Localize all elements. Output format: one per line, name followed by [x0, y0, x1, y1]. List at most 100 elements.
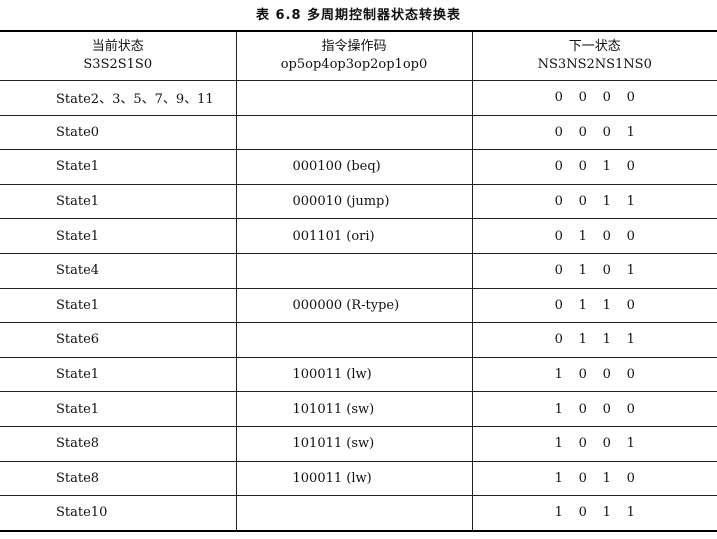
- next-state-bit: 0: [554, 228, 563, 244]
- current-state-cell: State4: [0, 252, 237, 289]
- next-state-bit: 1: [626, 332, 635, 348]
- next-state-bit: 0: [602, 367, 611, 383]
- next-state-bit: 0: [626, 367, 635, 383]
- opcode-cell: 001101 (ori): [235, 218, 473, 254]
- next-state-bit: 0: [578, 505, 587, 521]
- next-state-bit: 1: [626, 505, 635, 521]
- opcode-cell: 101011 (sw): [235, 425, 473, 462]
- opcode-cell: 000100 (beq): [235, 149, 473, 185]
- next-state-bit: 1: [554, 505, 563, 521]
- next-state-cell: 0111: [471, 322, 717, 358]
- table-row: State1 100011 (lw) 1 0 0 0: [0, 356, 717, 393]
- header-next-state: 下一状态 NS3NS2NS1NS0: [471, 30, 717, 81]
- table-row: State1 000100 (beq) 0 0 1 0: [0, 149, 717, 185]
- next-state-bit: 0: [578, 401, 587, 417]
- next-state-bit: 0: [626, 90, 635, 106]
- next-state-bit: 0: [602, 90, 611, 106]
- current-state-cell: State8: [0, 425, 237, 462]
- current-state-cell: State8: [0, 460, 237, 497]
- next-state-cell: 0100: [471, 218, 717, 254]
- table-caption: 表 6.8 多周期控制器状态转换表: [255, 8, 462, 23]
- next-state-bit: 1: [578, 297, 587, 313]
- table-row: State2、3、5、7、9、11 0 0 0 0: [0, 80, 717, 116]
- next-state-bit: 0: [578, 90, 587, 106]
- next-state-bit: 1: [626, 263, 635, 279]
- next-state-bit: 1: [578, 228, 587, 244]
- header-current-state-bits: S3S2S1S0: [83, 57, 153, 72]
- table-row: State1 000010 (jump) 0 0 1 1: [0, 183, 717, 220]
- header-row: 当前状态 S3S2S1S0 指令操作码 op5op4op3op2op1op0 下…: [0, 30, 717, 81]
- header-opcode: 指令操作码 op5op4op3op2op1op0: [235, 30, 473, 81]
- next-state-bit: 0: [554, 194, 563, 210]
- next-state-bit: 0: [578, 159, 587, 175]
- current-state-cell: State2、3、5、7、9、11: [0, 80, 237, 116]
- next-state-bit: 0: [554, 332, 563, 348]
- opcode-cell: 100011 (lw): [235, 356, 473, 393]
- next-state-bit: 1: [578, 332, 587, 348]
- current-state-cell: State1: [0, 356, 237, 393]
- current-state-cell: State0: [0, 114, 237, 151]
- next-state-bit: 0: [602, 263, 611, 279]
- next-state-cell: 1010: [471, 460, 717, 497]
- next-state-bit: 0: [602, 436, 611, 452]
- next-state-bit: 1: [578, 263, 587, 279]
- next-state-cell: 1000: [471, 356, 717, 393]
- next-state-bit: 1: [554, 367, 563, 383]
- table-row: State8 101011 (sw) 1 0 0 1: [0, 425, 717, 462]
- next-state-bit: 1: [554, 436, 563, 452]
- next-state-bit: 0: [602, 228, 611, 244]
- next-state-bit: 1: [602, 297, 611, 313]
- table-row: State6 0 1 1 1: [0, 322, 717, 358]
- current-state-cell: State1: [0, 183, 237, 220]
- next-state-bit: 1: [602, 505, 611, 521]
- next-state-bit: 0: [554, 124, 563, 140]
- table-row: State0 0 0 0 1: [0, 114, 717, 151]
- next-state-bit: 0: [578, 367, 587, 383]
- current-state-cell: State1: [0, 287, 237, 324]
- next-state-bit: 0: [626, 159, 635, 175]
- next-state-bit: 0: [578, 194, 587, 210]
- table-row: State10 1 0 1 1: [0, 495, 717, 532]
- opcode-cell: 100011 (lw): [235, 460, 473, 497]
- next-state-bit: 1: [626, 124, 635, 140]
- next-state-bit: 1: [602, 194, 611, 210]
- next-state-bit: 0: [578, 124, 587, 140]
- opcode-cell: [235, 80, 473, 116]
- header-next-state-bits: NS3NS2NS1NS0: [537, 57, 652, 72]
- next-state-bit: 0: [602, 124, 611, 140]
- next-state-bit: 0: [554, 90, 563, 106]
- next-state-bit: 0: [626, 470, 635, 486]
- next-state-bit: 0: [554, 159, 563, 175]
- opcode-cell: [235, 495, 473, 532]
- next-state-bit: 1: [602, 332, 611, 348]
- header-next-state-title: 下一状态: [568, 39, 621, 54]
- next-state-bit: 0: [602, 401, 611, 417]
- next-state-cell: 0010: [471, 149, 717, 185]
- current-state-cell: State6: [0, 322, 237, 358]
- current-state-cell: State1: [0, 218, 237, 254]
- next-state-cell: 0101: [471, 252, 717, 289]
- next-state-bit: 1: [554, 401, 563, 417]
- opcode-cell: 000010 (jump): [235, 183, 473, 220]
- opcode-cell: [235, 114, 473, 151]
- next-state-bit: 0: [626, 401, 635, 417]
- next-state-bit: 0: [554, 263, 563, 279]
- opcode-cell: 101011 (sw): [235, 391, 473, 427]
- current-state-cell: State1: [0, 391, 237, 427]
- header-opcode-title: 指令操作码: [321, 39, 387, 54]
- header-current-state: 当前状态 S3S2S1S0: [0, 30, 237, 81]
- next-state-cell: 0110: [471, 287, 717, 324]
- table-row: State1 001101 (ori) 0 1 0 0: [0, 218, 717, 254]
- next-state-bit: 1: [626, 436, 635, 452]
- next-state-bit: 0: [626, 228, 635, 244]
- state-transition-table: 当前状态 S3S2S1S0 指令操作码 op5op4op3op2op1op0 下…: [0, 30, 717, 532]
- next-state-cell: 1011: [471, 495, 717, 532]
- opcode-cell: [235, 252, 473, 289]
- header-current-state-title: 当前状态: [91, 39, 144, 54]
- next-state-bit: 0: [578, 436, 587, 452]
- table-row: State1 101011 (sw) 1 0 0 0: [0, 391, 717, 427]
- current-state-cell: State10: [0, 495, 237, 532]
- current-state-cell: State1: [0, 149, 237, 185]
- next-state-cell: 1001: [471, 425, 717, 462]
- next-state-bit: 1: [602, 470, 611, 486]
